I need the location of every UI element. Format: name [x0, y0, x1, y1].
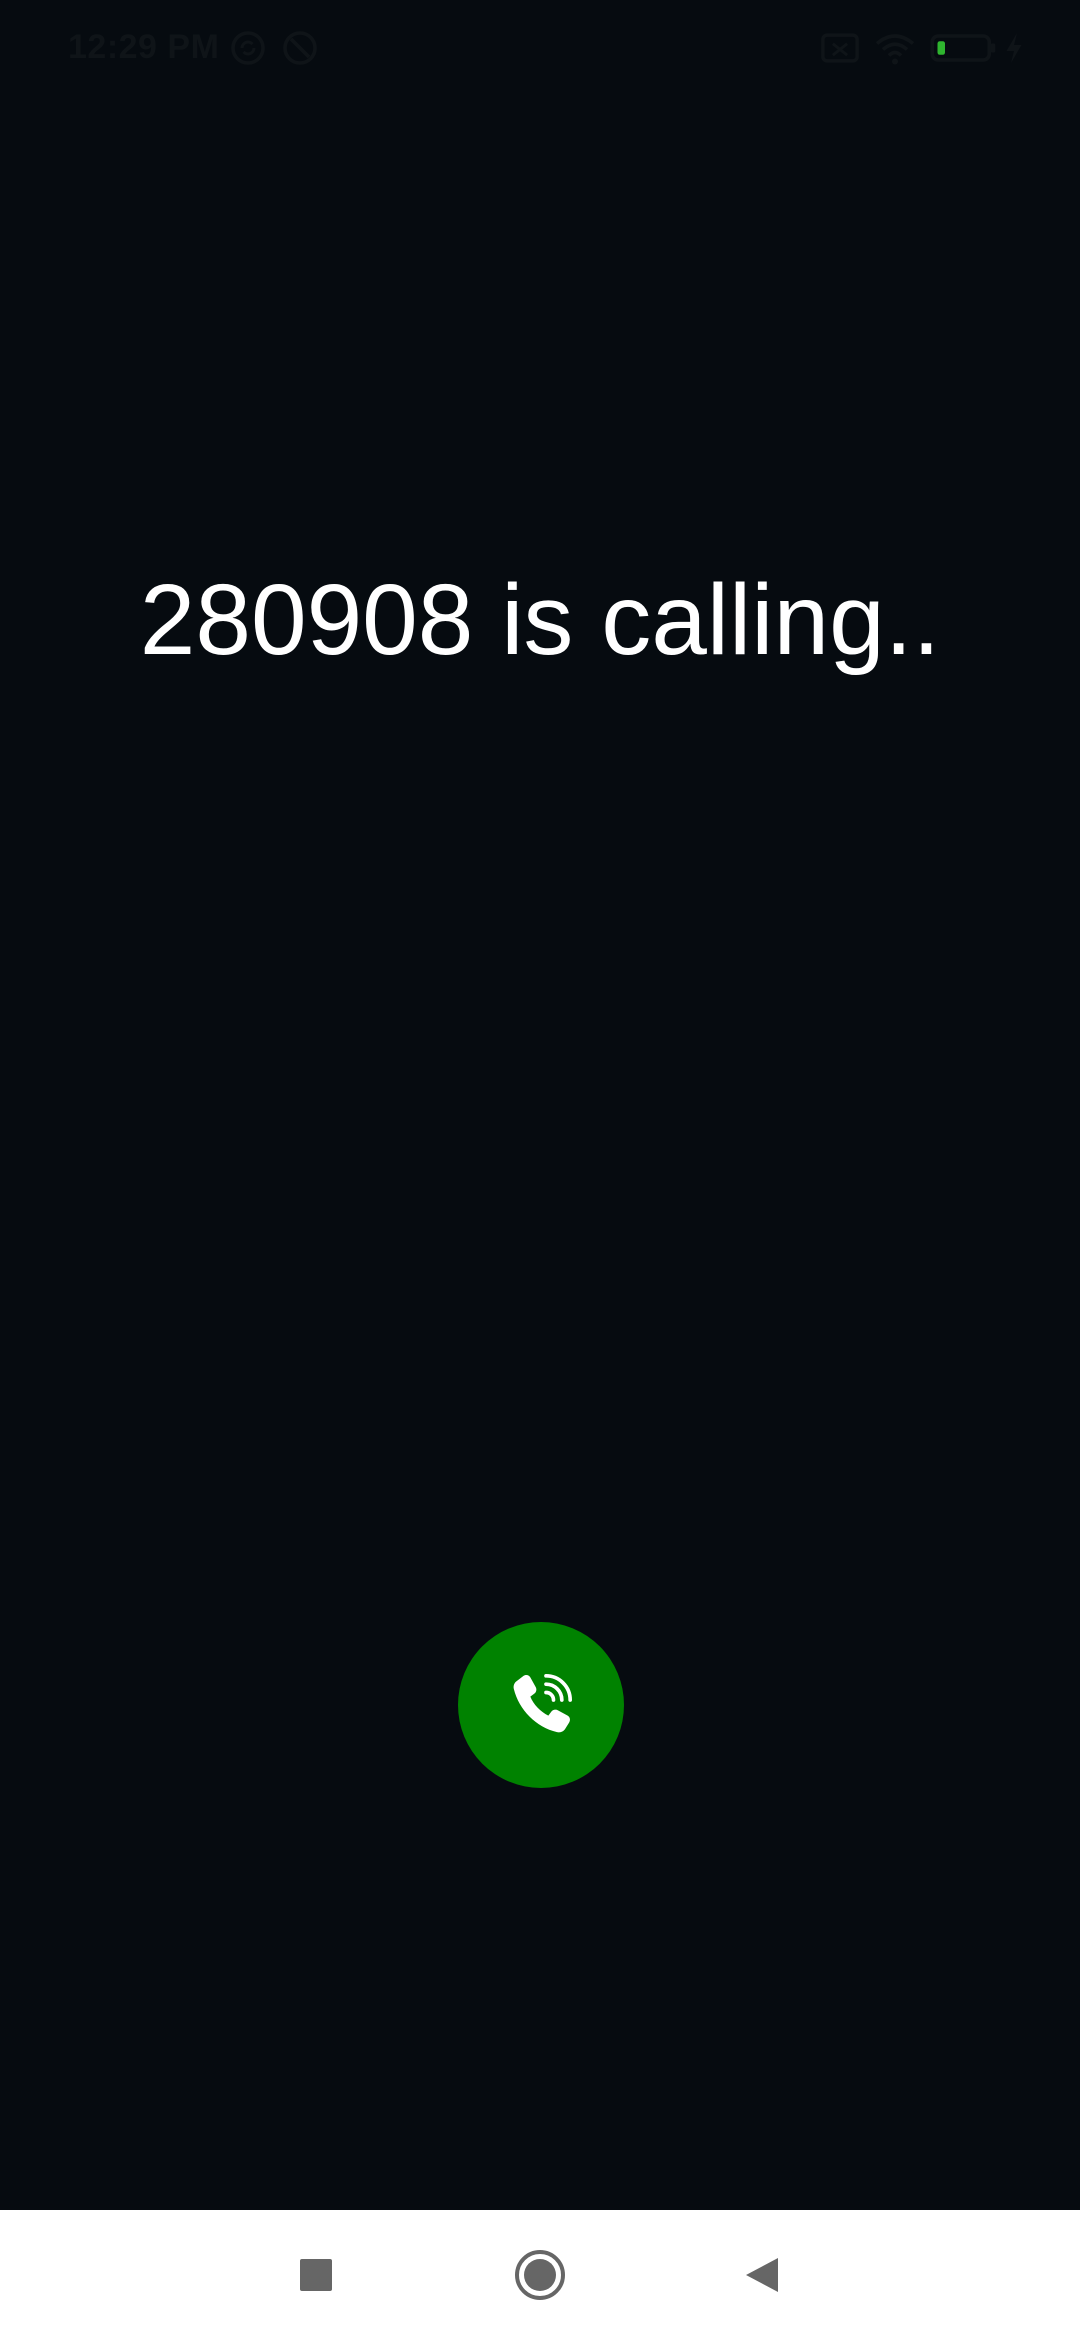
home-circle-icon [515, 2250, 565, 2300]
answer-call-button[interactable] [458, 1622, 624, 1788]
recents-square-icon [300, 2259, 332, 2291]
home-button[interactable] [505, 2240, 575, 2310]
status-time: 12:29 PM [68, 28, 220, 66]
back-button[interactable] [727, 2240, 797, 2310]
phone-ringing-icon [513, 1674, 572, 1733]
wifi-icon [874, 30, 916, 66]
sync-icon [230, 30, 266, 66]
charging-icon [1002, 30, 1026, 66]
caller-text: 280908 is calling.. [139, 564, 941, 676]
navigation-bar [0, 2210, 1080, 2340]
battery-icon [930, 30, 996, 66]
do-not-disturb-icon [282, 30, 318, 66]
back-triangle-icon [746, 2258, 778, 2292]
recents-button[interactable] [281, 2240, 351, 2310]
status-bar: 12:29 PM [0, 0, 1080, 100]
sim-icon [820, 30, 860, 66]
incoming-call-screen: 12:29 PM 280908 is calling.. [0, 0, 1080, 2340]
